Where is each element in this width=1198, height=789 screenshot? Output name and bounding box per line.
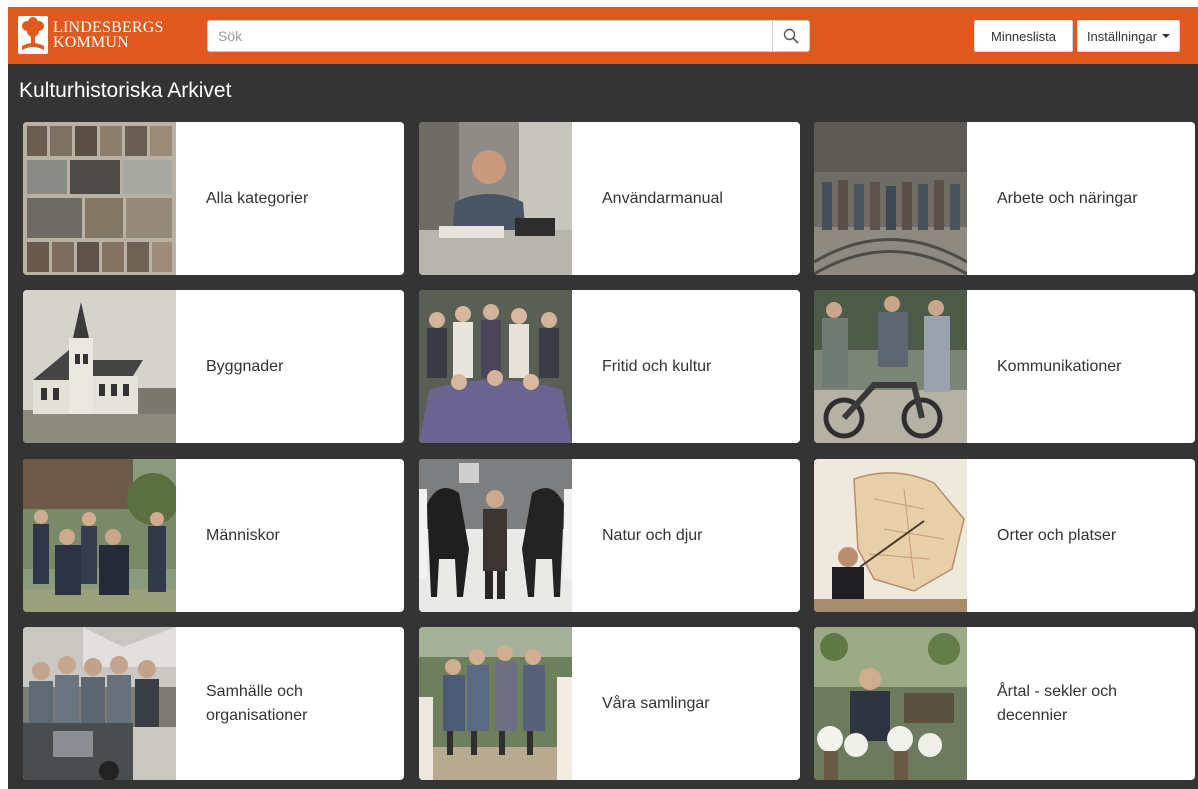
category-label: Fritid och kultur	[602, 357, 712, 375]
category-card-arbete-och-naringar[interactable]: Arbete och näringar	[814, 122, 1195, 275]
logo-line-2: KOMMUN	[53, 34, 129, 51]
category-label: Årtal - sekler och decennier	[997, 682, 1118, 724]
category-image-family-outdoors	[23, 459, 176, 612]
logo-text: LINDESBERGS KOMMUN	[53, 19, 164, 51]
category-image-man-pointing-map	[814, 459, 967, 612]
category-label: Användarmanual	[602, 189, 723, 207]
memory-list-label: Minneslista	[990, 28, 1057, 44]
category-image-theater-group-costumes	[419, 290, 572, 443]
logo[interactable]: LINDESBERGS KOMMUN	[18, 12, 193, 58]
category-card-orter-och-platser[interactable]: Orter och platser	[814, 459, 1195, 612]
category-label: Byggnader	[206, 357, 284, 375]
category-image-women-on-bridge	[419, 627, 572, 780]
category-image-photo-collage	[23, 122, 176, 275]
settings-label: Inställningar	[1086, 28, 1158, 44]
category-image-man-seated-flowers	[814, 627, 967, 780]
category-card-samhalle-och-organisationer[interactable]: Samhälle och organisationer	[23, 627, 404, 780]
category-card-kommunikationer[interactable]: Kommunikationer	[814, 290, 1195, 443]
settings-dropdown-button[interactable]: Inställningar	[1077, 20, 1180, 52]
category-label: Arbete och näringar	[997, 189, 1138, 207]
search-button[interactable]	[772, 20, 810, 52]
category-label: Våra samlingar	[602, 694, 710, 712]
category-image-motorcycle-people	[814, 290, 967, 443]
search-bar	[207, 20, 810, 52]
category-label: Samhälle och organisationer	[206, 682, 308, 724]
category-image-villa-with-tower	[23, 290, 176, 443]
logo-tree-icon	[18, 16, 48, 54]
category-card-natur-och-djur[interactable]: Natur och djur	[419, 459, 800, 612]
category-label: Kommunikationer	[997, 357, 1122, 375]
category-card-fritid-och-kultur[interactable]: Fritid och kultur	[419, 290, 800, 443]
category-card-byggnader[interactable]: Byggnader	[23, 290, 404, 443]
search-input[interactable]	[207, 20, 772, 52]
top-navbar: LINDESBERGS KOMMUN Minneslista Inställni…	[8, 7, 1198, 64]
category-card-artal-sekler-och-decennier[interactable]: Årtal - sekler och decennier	[814, 627, 1195, 780]
category-card-alla-kategorier[interactable]: Alla kategorier	[23, 122, 404, 275]
caret-down-icon	[1162, 34, 1171, 38]
category-image-truck-and-group	[23, 627, 176, 780]
category-label: Natur och djur	[602, 526, 703, 544]
search-icon	[783, 28, 799, 44]
category-card-manniskor[interactable]: Människor	[23, 459, 404, 612]
page-title: Kulturhistoriska Arkivet	[19, 79, 232, 102]
category-image-man-at-desk-telephone	[419, 122, 572, 275]
category-label: Människor	[206, 526, 280, 544]
category-card-vara-samlingar[interactable]: Våra samlingar	[419, 627, 800, 780]
category-image-workers-group-rail-tracks	[814, 122, 967, 275]
memory-list-button[interactable]: Minneslista	[974, 20, 1073, 52]
category-label: Alla kategorier	[206, 189, 309, 207]
logo-line-1: LINDESBERGS	[53, 19, 164, 36]
category-image-man-with-horses-snow	[419, 459, 572, 612]
app-frame: LINDESBERGS KOMMUN Minneslista Inställni…	[8, 7, 1198, 789]
category-label: Orter och platser	[997, 526, 1117, 544]
category-card-anvandarmanual[interactable]: Användarmanual	[419, 122, 800, 275]
